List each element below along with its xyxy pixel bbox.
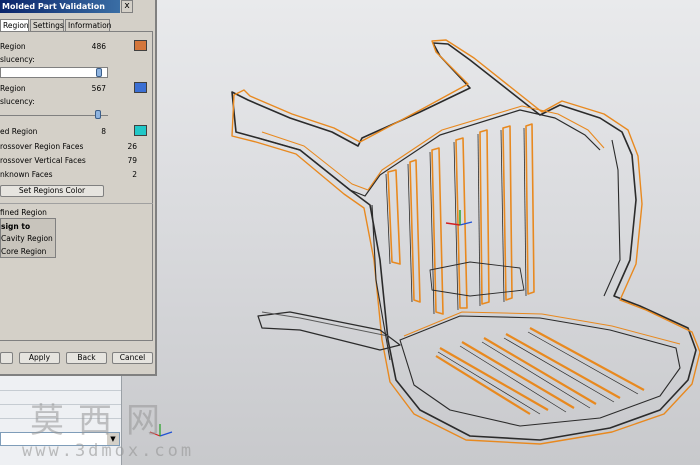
crossover-vertical-count: 79	[127, 156, 137, 165]
molded-part-validation-dialog: Molded Part Validation x Region Settings…	[0, 0, 157, 376]
axis-triad-center	[445, 210, 473, 226]
backrest-top-edge	[257, 109, 601, 197]
region-a-color-swatch[interactable]	[134, 40, 147, 51]
back-button[interactable]: Back	[66, 352, 107, 364]
region-tab-panel: Region 486 slucency: Region 567 slucency…	[0, 31, 153, 341]
grid-line	[0, 390, 121, 391]
assign-to-label: sign to	[1, 222, 31, 231]
translucency-a-label: slucency:	[0, 55, 35, 64]
region-c-color-swatch[interactable]	[134, 125, 147, 136]
cavity-region-option[interactable]: Cavity Region	[1, 234, 53, 243]
region-b-color-swatch[interactable]	[134, 82, 147, 93]
slider-thumb[interactable]	[95, 110, 101, 119]
crossover-region-count: 26	[127, 142, 137, 151]
region-b-label: Region	[0, 84, 26, 93]
crossover-vertical-label: rossover Vertical Faces	[0, 156, 86, 165]
watermark-logo: 莫西网	[30, 401, 174, 441]
undefined-region-label: fined Region	[0, 208, 47, 217]
region-c-label: ed Region	[0, 127, 38, 136]
divider	[0, 203, 153, 204]
apply-button[interactable]: Apply	[19, 352, 60, 364]
slider-track	[0, 115, 108, 116]
left-leg-bar-inner	[261, 311, 389, 337]
core-region-option[interactable]: Core Region	[1, 247, 46, 256]
tab-settings[interactable]: Settings	[30, 19, 64, 31]
region-b-count: 567	[91, 84, 106, 93]
cancel-button[interactable]: Cancel	[112, 352, 153, 364]
region-c-count: 8	[101, 127, 106, 136]
region-a-label: Region	[0, 42, 26, 51]
translucency-a-slider[interactable]	[0, 67, 108, 78]
tab-information[interactable]: Information	[65, 19, 111, 31]
assign-to-group: sign to Cavity Region Core Region	[0, 218, 56, 258]
set-regions-color-button[interactable]: Set Regions Color	[0, 185, 104, 197]
close-icon[interactable]: x	[121, 0, 133, 13]
watermark-url: www.3dmox.com	[22, 441, 195, 461]
dialog-title: Molded Part Validation	[0, 0, 120, 13]
translucency-b-slider[interactable]	[0, 110, 108, 121]
unknown-faces-count: 2	[132, 170, 137, 179]
translucency-b-label: slucency:	[0, 97, 35, 106]
slider-thumb[interactable]	[96, 68, 102, 77]
crossover-region-label: rossover Region Faces	[0, 142, 84, 151]
ok-button[interactable]	[0, 352, 13, 364]
seat-inner-frame-orange	[403, 311, 681, 345]
left-leg-bar	[257, 311, 401, 351]
region-a-count: 486	[91, 42, 106, 51]
unknown-faces-label: nknown Faces	[0, 170, 53, 179]
